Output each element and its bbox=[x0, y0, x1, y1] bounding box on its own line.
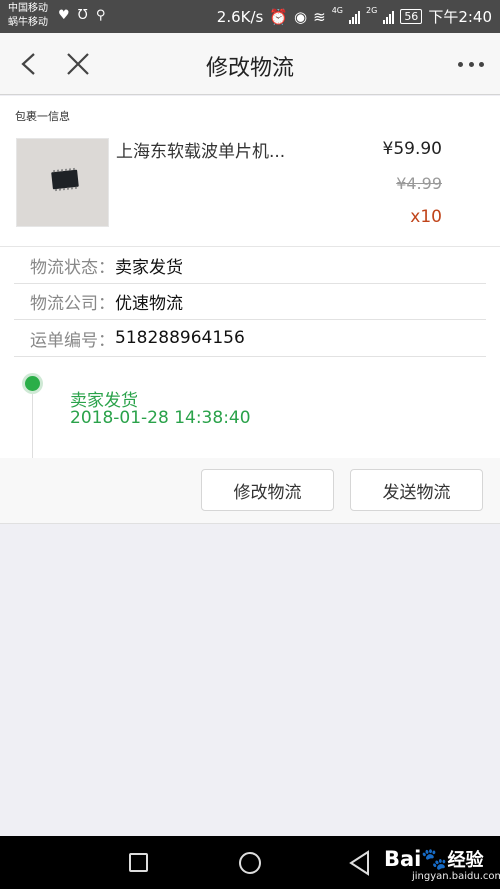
modify-logistics-button[interactable]: 修改物流 bbox=[201, 469, 334, 511]
watermark-brand-cn: 经验 bbox=[447, 850, 484, 871]
eye-icon: ◉ bbox=[294, 7, 308, 26]
status-label: 物流状态： bbox=[30, 257, 115, 278]
logistics-status-row: 物流状态： 卖家发货 bbox=[30, 253, 183, 278]
wrench-icon: ⚲ bbox=[95, 8, 108, 23]
nav-header: 修改物流 bbox=[0, 33, 500, 95]
section-label: 包裹一信息 bbox=[15, 110, 70, 123]
recent-apps-icon[interactable] bbox=[129, 853, 148, 872]
package-card: 包裹一信息 上海东软载波单片机... ¥59.90 ¥4.99 x10 物流状态… bbox=[0, 96, 500, 458]
home-icon[interactable] bbox=[239, 852, 261, 874]
action-bar: 修改物流 发送物流 bbox=[0, 458, 500, 524]
carrier-1: 中国移动 bbox=[8, 3, 48, 14]
status-bar: 中国移动 蜗牛移动 ♥ Ʊ ⚲ 2.6K/s ⏰ ◉ ≋ 4G 2G 56 下午… bbox=[0, 0, 500, 33]
paw-icon: 🐾 bbox=[421, 847, 448, 871]
status-right: 2.6K/s ⏰ ◉ ≋ 4G 2G 56 下午2:40 bbox=[217, 6, 492, 27]
divider bbox=[14, 283, 486, 284]
tracking-number-row: 运单编号： 518288964156 bbox=[30, 326, 245, 351]
notification-icons: ♥ Ʊ ⚲ bbox=[58, 8, 107, 23]
system-nav-bar: Bai🐾经验 jingyan.baidu.com bbox=[0, 836, 500, 889]
chip-image bbox=[51, 169, 79, 190]
company-value: 优速物流 bbox=[115, 293, 183, 314]
network-type-2: 2G bbox=[366, 6, 378, 15]
divider bbox=[14, 319, 486, 320]
carrier-info: 中国移动 蜗牛移动 bbox=[8, 2, 48, 30]
baidu-watermark: Bai🐾经验 bbox=[384, 846, 484, 872]
network-speed: 2.6K/s bbox=[216, 7, 264, 26]
watermark-url: jingyan.baidu.com bbox=[412, 871, 500, 882]
product-name[interactable]: 上海东软载波单片机... bbox=[116, 137, 285, 162]
heart-rate-icon: ♥ bbox=[58, 8, 72, 23]
status-value: 卖家发货 bbox=[115, 257, 183, 278]
page-title: 修改物流 bbox=[205, 56, 294, 81]
carrier-2: 蜗牛移动 bbox=[8, 17, 48, 28]
divider bbox=[14, 356, 486, 357]
wifi-icon: ≋ bbox=[313, 7, 326, 26]
timeline-time: 2018-01-28 14:38:40 bbox=[70, 408, 251, 428]
timeline-line bbox=[32, 386, 33, 458]
signal-icon bbox=[349, 10, 361, 24]
original-price: ¥4.99 bbox=[396, 174, 442, 193]
clock: 下午2:40 bbox=[428, 8, 492, 26]
send-logistics-button[interactable]: 发送物流 bbox=[350, 469, 483, 511]
watermark-brand: Bai bbox=[384, 847, 422, 871]
tracking-label: 运单编号： bbox=[30, 330, 115, 351]
alarm-icon: ⏰ bbox=[269, 7, 289, 26]
tracking-number: 518288964156 bbox=[115, 328, 245, 348]
signal-icon-2 bbox=[383, 10, 395, 24]
company-label: 物流公司： bbox=[30, 293, 115, 314]
timeline-dot bbox=[25, 376, 40, 391]
product-price: ¥59.90 bbox=[382, 139, 442, 159]
battery-icon: 56 bbox=[400, 9, 423, 24]
product-thumbnail[interactable] bbox=[16, 138, 109, 227]
divider bbox=[0, 246, 500, 247]
usb-icon: Ʊ bbox=[77, 8, 90, 23]
more-options-icon[interactable] bbox=[458, 53, 484, 75]
network-type-1: 4G bbox=[331, 6, 344, 15]
nav-back-icon[interactable] bbox=[348, 850, 372, 876]
product-quantity: x10 bbox=[410, 207, 442, 227]
logistics-company-row: 物流公司： 优速物流 bbox=[30, 289, 183, 314]
